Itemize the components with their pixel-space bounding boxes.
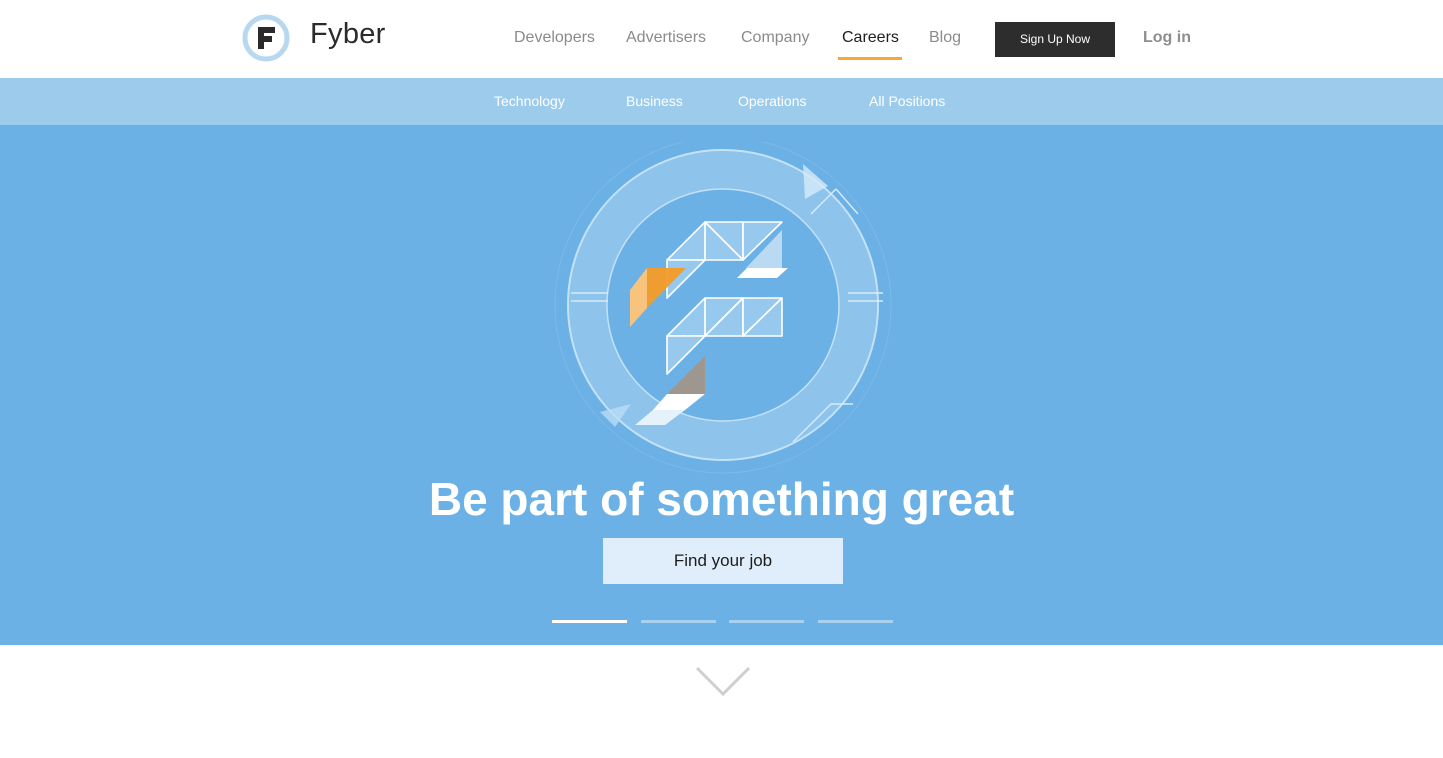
site-header: Fyber Developers Advertisers Company Car… — [0, 0, 1443, 78]
nav-developers[interactable]: Developers — [514, 29, 595, 47]
careers-subnav: Technology Business Operations All Posit… — [0, 78, 1443, 125]
hero-headline: Be part of something great — [428, 473, 1015, 525]
log-in-link[interactable]: Log in — [1143, 29, 1191, 47]
slide-indicator-1[interactable] — [552, 620, 627, 623]
find-your-job-button[interactable]: Find your job — [603, 538, 843, 584]
nav-active-indicator — [838, 57, 902, 60]
nav-blog[interactable]: Blog — [929, 29, 961, 47]
slide-indicator-4[interactable] — [818, 620, 893, 623]
nav-advertisers[interactable]: Advertisers — [626, 29, 706, 47]
subnav-all-positions[interactable]: All Positions — [869, 93, 945, 109]
fyber-emblem-icon — [554, 142, 892, 474]
sign-up-button[interactable]: Sign Up Now — [995, 22, 1115, 57]
hero-banner: Be part of something great Find your job — [0, 125, 1443, 645]
subnav-operations[interactable]: Operations — [738, 93, 806, 109]
slide-indicator-3[interactable] — [729, 620, 804, 623]
subnav-technology[interactable]: Technology — [494, 93, 565, 109]
nav-company[interactable]: Company — [741, 29, 809, 47]
subnav-business[interactable]: Business — [626, 93, 683, 109]
brand-name[interactable]: Fyber — [310, 18, 386, 51]
nav-careers[interactable]: Careers — [842, 29, 899, 47]
fyber-logo-icon[interactable] — [242, 14, 290, 62]
chevron-down-icon[interactable] — [694, 664, 752, 700]
slide-indicator-2[interactable] — [641, 620, 716, 623]
